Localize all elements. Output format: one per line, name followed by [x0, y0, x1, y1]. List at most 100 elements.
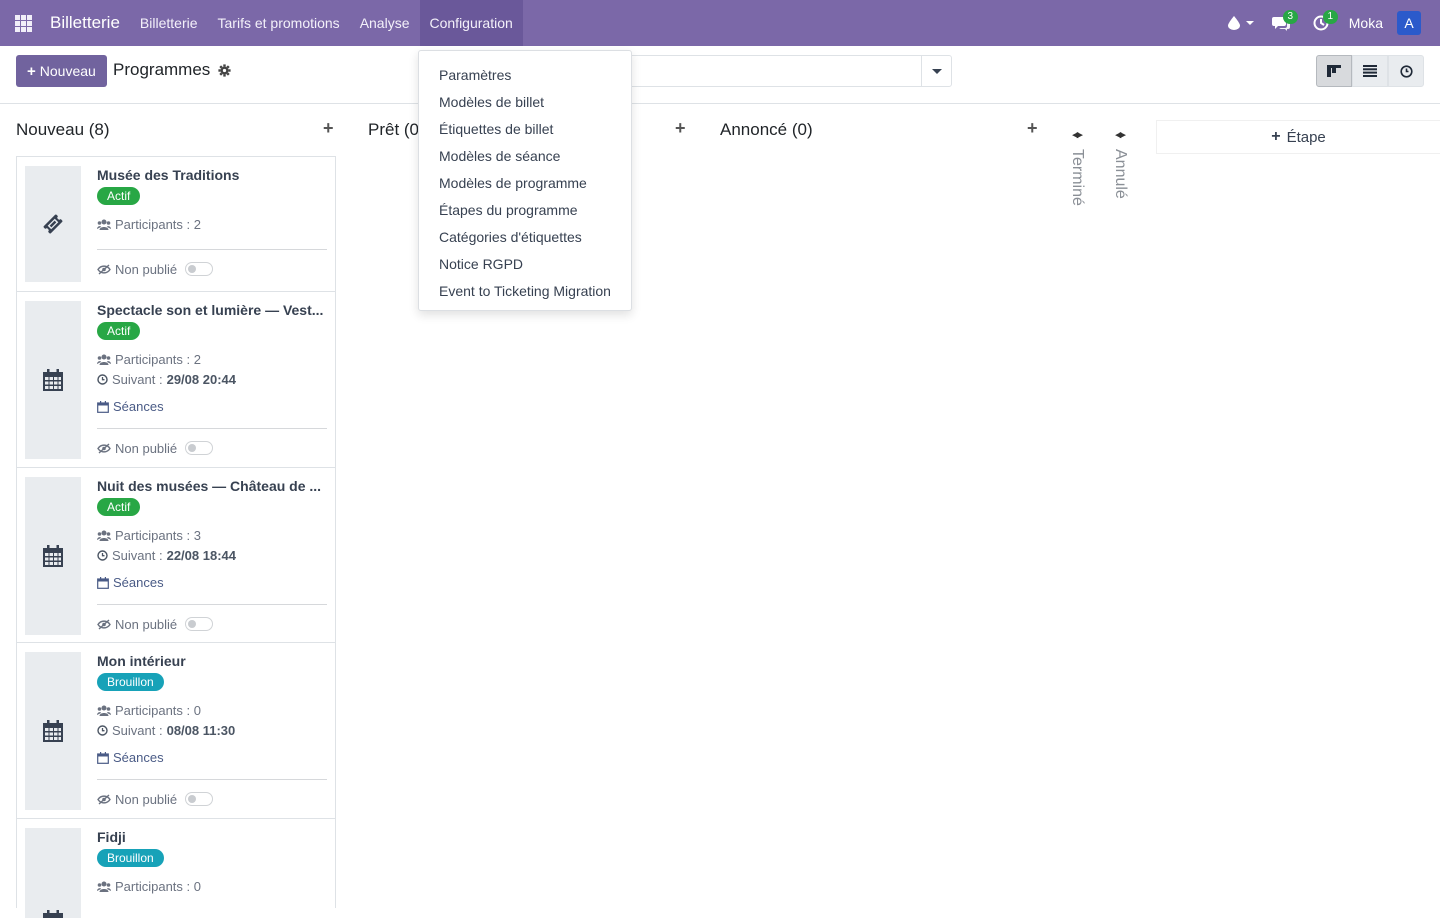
next-label: Suivant :: [112, 372, 163, 387]
menu-item-modeles-seance[interactable]: Modèles de séance: [419, 142, 631, 169]
publish-line: Non publié: [97, 250, 327, 288]
top-navbar: Billetterie Billetterie Tarifs et promot…: [0, 0, 1440, 46]
menu-item-etapes-programme[interactable]: Étapes du programme: [419, 196, 631, 223]
sessions-link[interactable]: Séances: [97, 575, 327, 590]
gear-icon[interactable]: [218, 63, 231, 77]
publish-line: Non publié: [97, 780, 327, 818]
sessions-label: Séances: [113, 575, 164, 590]
sessions-link[interactable]: Séances: [97, 750, 327, 765]
page-title-text: Programmes: [113, 60, 211, 79]
quick-create-plus-icon[interactable]: +: [675, 118, 686, 139]
theme-dropdown[interactable]: [1221, 0, 1261, 46]
menu-billetterie[interactable]: Billetterie: [130, 0, 208, 46]
clock-icon: [97, 374, 108, 385]
menu-item-categories-etiquettes[interactable]: Catégories d'étiquettes: [419, 223, 631, 250]
participants-line: Participants : 2: [97, 352, 327, 367]
menu-analyse[interactable]: Analyse: [350, 0, 420, 46]
column-title: Nouveau (8): [16, 120, 110, 139]
eye-slash-icon: [97, 793, 111, 805]
publish-toggle[interactable]: [185, 617, 214, 631]
next-date: 29/08 20:44: [166, 372, 236, 387]
search-input[interactable]: [620, 55, 922, 87]
add-stage-label: Étape: [1286, 128, 1326, 146]
eye-slash-icon: [97, 618, 111, 630]
kanban-view-button[interactable]: [1316, 55, 1352, 87]
list-view-button[interactable]: [1352, 55, 1388, 87]
folded-column-termine[interactable]: ◂▸ Terminé: [1062, 128, 1092, 206]
droplet-icon: [1227, 16, 1240, 30]
user-company-name[interactable]: Moka: [1349, 15, 1383, 31]
quick-create-plus-icon[interactable]: +: [323, 118, 334, 139]
messages-button[interactable]: 3: [1261, 0, 1301, 46]
folded-column-annule[interactable]: ◂▸ Annulé: [1105, 128, 1135, 199]
ticket-icon: [43, 214, 63, 234]
kanban-card[interactable]: Nuit des musées — Château de ... Actif P…: [16, 467, 336, 642]
clock-icon: [1399, 64, 1413, 78]
column-header-nouveau[interactable]: Nouveau (8): [16, 118, 110, 142]
messages-count-badge: 3: [1282, 10, 1298, 24]
activity-view-button[interactable]: [1388, 55, 1424, 87]
menu-item-ticketing-migration[interactable]: Event to Ticketing Migration: [419, 277, 631, 304]
card-title: Musée des Traditions: [97, 167, 240, 183]
publish-line: Non publié: [97, 429, 327, 467]
chevron-down-icon: [1245, 21, 1254, 25]
user-avatar[interactable]: A: [1397, 11, 1421, 35]
participants-count: Participants : 0: [115, 703, 201, 718]
menu-configuration[interactable]: Configuration: [419, 0, 523, 46]
column-header-annonce[interactable]: Annoncé (0): [720, 118, 813, 142]
sessions-link[interactable]: Séances: [97, 399, 327, 414]
participants-line: Participants : 2: [97, 217, 327, 232]
view-switcher: [1316, 55, 1424, 87]
kanban-card[interactable]: Spectacle son et lumière — Vest... Actif…: [16, 291, 336, 467]
users-icon: [97, 354, 111, 365]
column-title: Terminé: [1069, 149, 1086, 206]
sessions-label: Séances: [113, 750, 164, 765]
publish-status: Non publié: [115, 261, 178, 277]
kanban-card[interactable]: Fidji Brouillon Participants : 0: [16, 818, 336, 918]
activities-button[interactable]: 1: [1301, 0, 1341, 46]
users-icon: [97, 881, 111, 892]
status-badge: Actif: [97, 187, 141, 205]
publish-line: Non publié: [97, 605, 327, 643]
users-icon: [97, 705, 111, 716]
new-button[interactable]: + Nouveau: [16, 55, 107, 87]
menu-item-notice-rgpd[interactable]: Notice RGPD: [419, 250, 631, 277]
participants-line: Participants : 0: [97, 703, 327, 718]
new-button-label: Nouveau: [39, 63, 96, 79]
kanban-card[interactable]: Musée des Traditions Actif Participants …: [16, 156, 336, 291]
calendar-icon: [43, 910, 63, 918]
next-date: 08/08 11:30: [166, 723, 236, 738]
menu-item-modeles-billet[interactable]: Modèles de billet: [419, 88, 631, 115]
participants-count: Participants : 2: [115, 217, 201, 232]
configuration-dropdown-menu: Paramètres Modèles de billet Étiquettes …: [418, 50, 632, 311]
participants-line: Participants : 3: [97, 528, 327, 543]
menu-item-etiquettes-billet[interactable]: Étiquettes de billet: [419, 115, 631, 142]
card-image: [25, 652, 81, 810]
card-image: [25, 166, 81, 282]
clock-icon: [97, 550, 108, 561]
publish-toggle[interactable]: [185, 792, 214, 806]
quick-create-plus-icon[interactable]: +: [1027, 118, 1038, 139]
kanban-card[interactable]: Mon intérieur Brouillon Participants : 0…: [16, 642, 336, 818]
navbar-systray: 3 1 Moka A: [1221, 0, 1440, 46]
search-options-toggle[interactable]: [921, 55, 952, 87]
publish-toggle[interactable]: [185, 441, 214, 455]
menu-item-modeles-programme[interactable]: Modèles de programme: [419, 169, 631, 196]
expand-arrows-icon: ◂▸: [1072, 129, 1082, 141]
next-date: 22/08 18:44: [166, 548, 236, 563]
next-session-line: Suivant : 22/08 18:44: [97, 548, 327, 563]
app-brand[interactable]: Billetterie: [50, 13, 120, 33]
participants-line: Participants : 0: [97, 879, 327, 894]
clock-icon: [97, 725, 108, 736]
calendar-icon: [97, 576, 109, 589]
menu-tarifs-promotions[interactable]: Tarifs et promotions: [208, 0, 350, 46]
add-stage-button[interactable]: + Étape: [1157, 121, 1440, 153]
apps-menu-icon[interactable]: [0, 0, 46, 46]
publish-toggle[interactable]: [185, 262, 214, 276]
calendar-icon: [43, 545, 63, 567]
card-title: Mon intérieur: [97, 653, 186, 669]
column-header-pret[interactable]: Prêt (0: [368, 118, 419, 142]
menu-item-parametres[interactable]: Paramètres: [419, 61, 631, 88]
next-session-line: Suivant : 08/08 11:30: [97, 723, 327, 738]
kanban-icon: [1327, 65, 1341, 77]
